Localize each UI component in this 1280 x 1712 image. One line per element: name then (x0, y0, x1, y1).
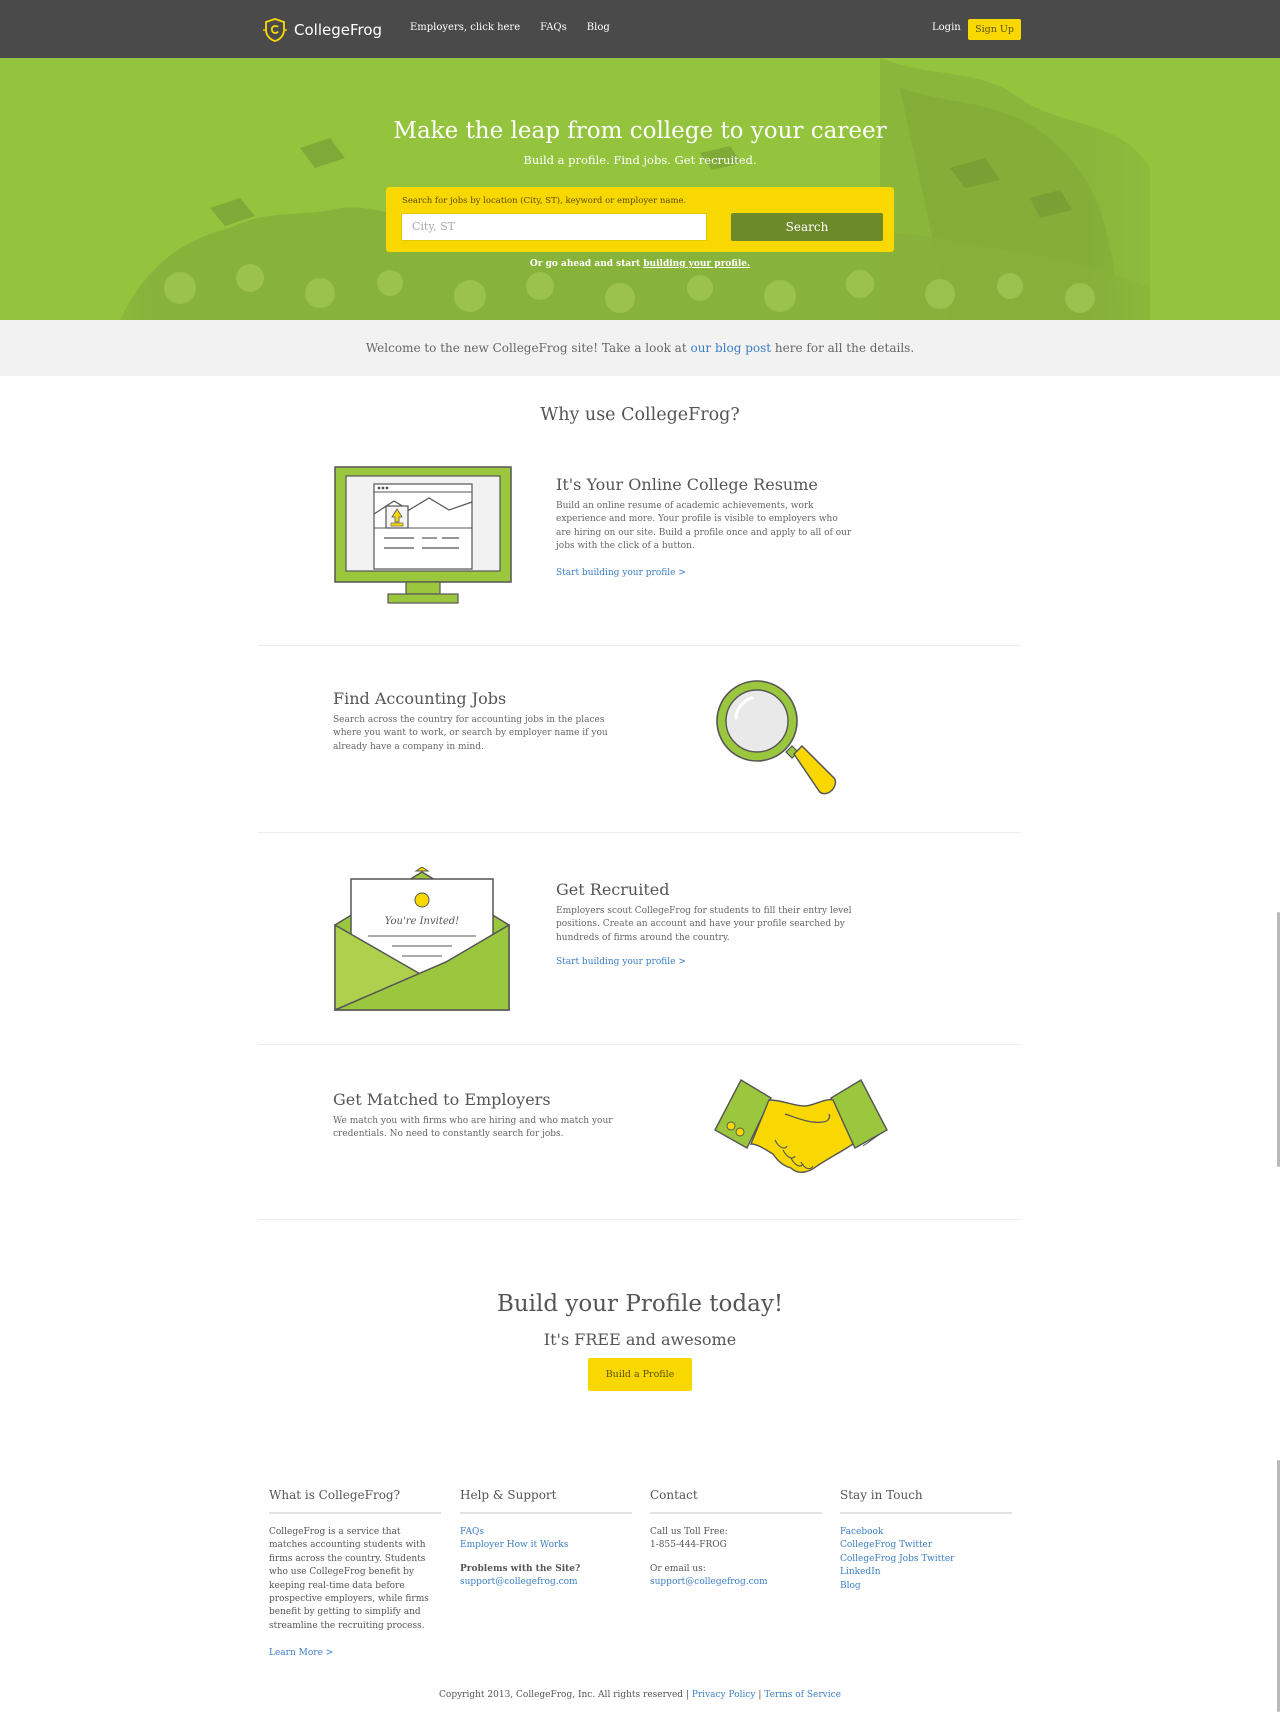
section-divider (258, 645, 1021, 646)
collegefrog-jobs-twitter-link[interactable]: CollegeFrog Jobs Twitter (840, 1553, 1012, 1566)
description-line: already have a company in mind. (333, 741, 484, 752)
main-nav: Employers, click here FAQs Blog (410, 22, 610, 33)
about-line: keeping real-time data before (269, 1580, 405, 1591)
feature-title: Get Recruited (556, 880, 670, 899)
hero-title: Make the leap from college to your caree… (393, 118, 887, 144)
footer-about-column: What is CollegeFrog? CollegeFrog is a se… (269, 1488, 441, 1661)
handshake-icon (714, 1079, 888, 1173)
start-building-profile-link[interactable]: Start building your profile > (556, 957, 686, 967)
separator: | (755, 1690, 765, 1700)
hero-alternative-text: Or go ahead and start building your prof… (0, 259, 1280, 269)
footer-blog-link[interactable]: Blog (840, 1580, 1012, 1593)
magnifier-icon (716, 680, 837, 795)
search-instructions: Search for jobs by location (City, ST), … (402, 196, 687, 206)
about-line: firms across the country. Students (269, 1553, 426, 1564)
top-navigation-bar: CollegeFrog Employers, click here FAQs B… (0, 0, 1280, 58)
description-line: positions. Create an account and have yo… (556, 919, 845, 930)
nav-link-employers[interactable]: Employers, click here (410, 22, 520, 33)
feature-title: It's Your Online College Resume (556, 475, 818, 494)
monitor-resume-icon (334, 466, 512, 604)
notice-prefix: Welcome to the new CollegeFrog site! Tak… (365, 341, 691, 355)
build-profile-link[interactable]: building your profile. (643, 259, 750, 269)
about-line: CollegeFrog is a service that (269, 1527, 401, 1537)
description-line: Employers scout CollegeFrog for students… (556, 906, 852, 916)
login-link[interactable]: Login (932, 22, 961, 33)
nav-link-blog[interactable]: Blog (587, 22, 610, 33)
why-section-title: Why use CollegeFrog? (540, 405, 740, 425)
problems-label: Problems with the Site? (460, 1563, 581, 1574)
footer-social-column: Stay in Touch Facebook CollegeFrog Twitt… (840, 1488, 1012, 1593)
hero-banner: Make the leap from college to your caree… (0, 58, 1280, 320)
feature-description: Build an online resume of academic achie… (556, 500, 876, 554)
support-email-link[interactable]: support@collegefrog.com (460, 1576, 632, 1589)
copyright-bar: Copyright 2013, CollegeFrog, Inc. All ri… (0, 1690, 1280, 1700)
description-line: Build an online resume of academic achie… (556, 501, 814, 511)
description-line: credentials. No need to constantly searc… (333, 1129, 564, 1140)
logo-text: CollegeFrog (294, 21, 383, 39)
description-line: hundreds of firms around the country. (556, 932, 730, 943)
feature-find-jobs: Find Accounting Jobs Search across the c… (258, 660, 1021, 825)
footer-contact-column: Contact Call us Toll Free: 1-855-444-FRO… (650, 1488, 822, 1590)
feature-get-matched: Get Matched to Employers We match you wi… (258, 1060, 1021, 1220)
footer-heading: What is CollegeFrog? (269, 1488, 441, 1514)
about-text: CollegeFrog is a service that matches ac… (269, 1526, 441, 1633)
location-search-input[interactable]: City, ST (401, 213, 707, 241)
description-line: are hiring on our site. Build a profile … (556, 527, 852, 538)
invitation-envelope-icon: You're Invited! (334, 867, 510, 1012)
employer-how-it-works-link[interactable]: Employer How it Works (460, 1539, 632, 1552)
description-line: where you want to work, or search by emp… (333, 728, 608, 739)
feature-online-resume: It's Your Online College Resume Build an… (258, 460, 1021, 630)
description-line: experience and more. Your profile is vis… (556, 514, 838, 525)
phone-number: 1-855-444-FROG (650, 1540, 727, 1551)
build-profile-button[interactable]: Build a Profile (588, 1358, 692, 1391)
signup-button[interactable]: Sign Up (968, 19, 1021, 40)
about-line: who use CollegeFrog benefit by (269, 1567, 414, 1578)
footer-faqs-link[interactable]: FAQs (460, 1526, 632, 1539)
start-building-profile-link[interactable]: Start building your profile > (556, 568, 686, 578)
description-line: jobs with the click of a button. (556, 541, 695, 552)
collegefrog-logo[interactable]: CollegeFrog (262, 17, 382, 43)
call-label: Call us Toll Free: (650, 1527, 728, 1537)
description-line: We match you with firms who are hiring a… (333, 1116, 613, 1126)
hero-subtitle: Build a profile. Find jobs. Get recruite… (523, 153, 757, 167)
email-label: Or email us: (650, 1563, 706, 1574)
section-divider (258, 832, 1021, 833)
footer-heading: Help & Support (460, 1488, 632, 1514)
feature-description: We match you with firms who are hiring a… (333, 1115, 633, 1142)
terms-of-service-link[interactable]: Terms of Service (764, 1690, 841, 1700)
footer-heading: Stay in Touch (840, 1488, 1012, 1514)
invitation-text: You're Invited! (385, 916, 459, 927)
hero-alt-prefix: Or go ahead and start (529, 259, 644, 269)
collegefrog-twitter-link[interactable]: CollegeFrog Twitter (840, 1539, 1012, 1552)
announcement-banner: Welcome to the new CollegeFrog site! Tak… (0, 320, 1280, 376)
cta-title: Build your Profile today! (496, 1291, 784, 1317)
feature-description: Employers scout CollegeFrog for students… (556, 905, 876, 945)
feature-title: Get Matched to Employers (333, 1090, 551, 1109)
about-line: matches accounting students with (269, 1540, 426, 1551)
about-line: streamline the recruiting process. (269, 1620, 425, 1631)
feature-get-recruited: You're Invited! Get Recruited Employers … (258, 860, 1021, 1040)
about-line: benefit by getting to simplify and (269, 1607, 421, 1618)
shield-logo-icon (263, 18, 287, 42)
linkedin-link[interactable]: LinkedIn (840, 1566, 1012, 1579)
feature-title: Find Accounting Jobs (333, 689, 507, 708)
contact-email-link[interactable]: support@collegefrog.com (650, 1576, 822, 1589)
description-line: Search across the country for accounting… (333, 715, 605, 725)
notice-suffix: here for all the details. (771, 341, 915, 355)
cta-subtitle: It's FREE and awesome (543, 1330, 737, 1349)
nav-link-faqs[interactable]: FAQs (540, 22, 567, 33)
blog-post-link[interactable]: our blog post (690, 341, 771, 355)
job-search-box: Search for jobs by location (City, ST), … (386, 187, 894, 252)
copyright-text: Copyright 2013, CollegeFrog, Inc. All ri… (439, 1690, 692, 1700)
search-button[interactable]: Search (731, 213, 883, 241)
feature-description: Search across the country for accounting… (333, 714, 633, 754)
footer-help-column: Help & Support FAQs Employer How it Work… (460, 1488, 632, 1590)
section-divider (258, 1044, 1021, 1045)
about-line: prospective employers, while firms (269, 1594, 429, 1605)
learn-more-link[interactable]: Learn More > (269, 1647, 441, 1660)
facebook-link[interactable]: Facebook (840, 1526, 1012, 1539)
privacy-policy-link[interactable]: Privacy Policy (692, 1690, 756, 1700)
section-divider (258, 1219, 1021, 1220)
footer-heading: Contact (650, 1488, 822, 1514)
